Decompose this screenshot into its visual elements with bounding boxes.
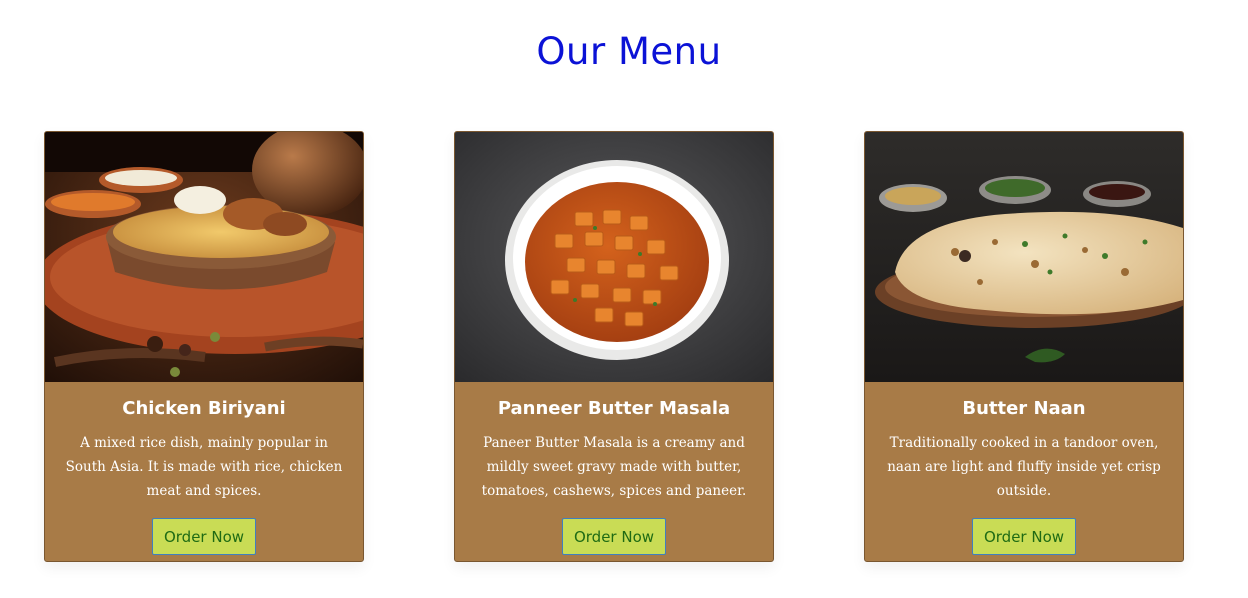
biriyani-photo [45, 132, 363, 382]
order-now-button[interactable]: Order Now [152, 518, 256, 555]
order-now-button[interactable]: Order Now [972, 518, 1076, 555]
dish-name: Panneer Butter Masala [497, 398, 731, 419]
menu-cards: Chicken Biriyani A mixed rice dish, main… [44, 131, 1184, 562]
menu-card-panneer-butter-masala: Panneer Butter Masala Paneer Butter Masa… [454, 131, 774, 562]
naan-illustration [865, 132, 1183, 382]
page-title: Our Menu [536, 30, 722, 73]
dish-description: Traditionally cooked in a tandoor oven, … [887, 435, 1161, 499]
biriyani-illustration [45, 132, 363, 382]
paneer-photo [455, 132, 773, 382]
dish-description: Paneer Butter Masala is a creamy and mil… [481, 435, 747, 499]
dish-name: Chicken Biriyani [122, 398, 286, 419]
order-now-button[interactable]: Order Now [562, 518, 666, 555]
dish-description: A mixed rice dish, mainly popular in Sou… [65, 435, 343, 499]
menu-card-chicken-biriyani: Chicken Biriyani A mixed rice dish, main… [44, 131, 364, 562]
menu-card-butter-naan: Butter Naan Traditionally cooked in a ta… [864, 131, 1184, 562]
paneer-illustration [455, 132, 773, 382]
dish-name: Butter Naan [962, 398, 1086, 419]
naan-photo [865, 132, 1183, 382]
menu-page: Our Menu Chicken Biriyani A mixed rice d… [0, 0, 1248, 598]
